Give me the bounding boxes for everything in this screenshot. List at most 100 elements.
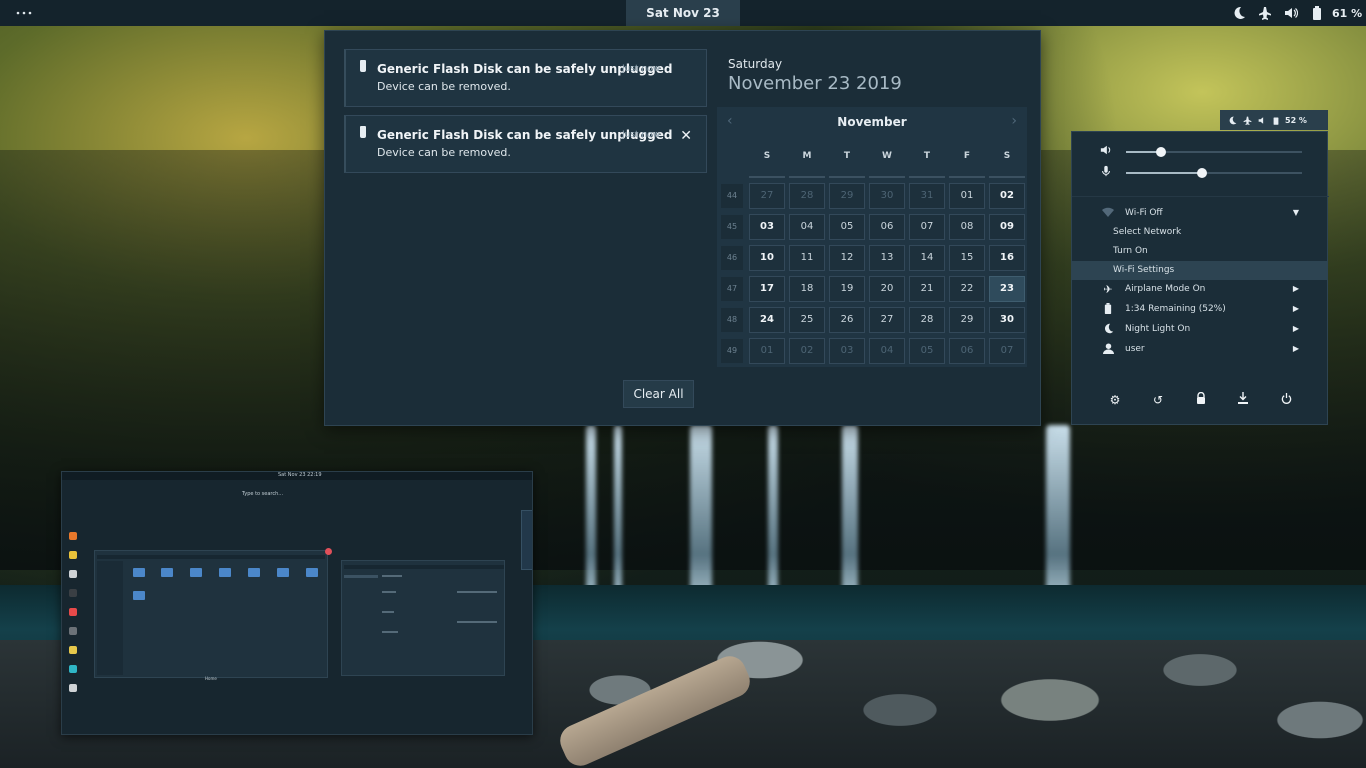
calendar-day[interactable]: 22 bbox=[949, 276, 985, 302]
app-icon bbox=[69, 627, 77, 635]
thumbnail-settings-window bbox=[341, 560, 505, 676]
calendar-day[interactable]: 31 bbox=[909, 183, 945, 209]
moon-icon bbox=[1229, 116, 1237, 124]
calendar-day[interactable]: 02 bbox=[789, 338, 825, 364]
weekday-label: S bbox=[763, 151, 771, 161]
calendar-day[interactable]: 03 bbox=[829, 338, 865, 364]
calendar-day[interactable]: 03 bbox=[749, 214, 785, 240]
turn-on-label: Turn On bbox=[1113, 246, 1148, 256]
calendar-day[interactable]: 16 bbox=[989, 245, 1025, 271]
calendar-day[interactable]: 17 bbox=[749, 276, 785, 302]
calendar-day[interactable]: 25 bbox=[789, 307, 825, 333]
airplane-mode-item[interactable]: ✈ Airplane Mode On ▶ bbox=[1072, 280, 1327, 300]
input-volume-slider[interactable] bbox=[1126, 168, 1302, 178]
notification-item[interactable]: Generic Flash Disk can be safely unplugg… bbox=[344, 115, 707, 173]
calendar-day[interactable]: 30 bbox=[989, 307, 1025, 333]
calendar-day[interactable]: 19 bbox=[829, 276, 865, 302]
calendar-day[interactable]: 28 bbox=[909, 307, 945, 333]
calendar-full-date[interactable]: November 23 2019 bbox=[728, 73, 902, 94]
calendar-day[interactable]: 07 bbox=[989, 338, 1025, 364]
workspace-thumbnail[interactable]: Sat Nov 23 22:19 Type to search... Home bbox=[61, 471, 533, 735]
wifi-turn-on-item[interactable]: Turn On bbox=[1072, 242, 1327, 261]
chevron-right-icon: ▶ bbox=[1292, 344, 1299, 353]
thumbnail-side-window bbox=[521, 510, 532, 570]
volume-slider[interactable] bbox=[1126, 147, 1302, 157]
volume-slider-handle[interactable] bbox=[1156, 147, 1167, 157]
clear-all-button[interactable]: Clear All bbox=[623, 380, 694, 408]
calendar-day[interactable]: 09 bbox=[989, 214, 1025, 240]
close-icon[interactable]: ✕ bbox=[680, 128, 692, 144]
activities-button[interactable] bbox=[14, 3, 36, 23]
settings-icon[interactable]: ⚙ bbox=[1103, 390, 1127, 410]
volume-icon bbox=[1278, 0, 1304, 26]
week-number: 47 bbox=[721, 277, 743, 301]
calendar-day[interactable]: 06 bbox=[949, 338, 985, 364]
volume-slider-row bbox=[1100, 144, 1312, 160]
calendar-day[interactable]: 26 bbox=[829, 307, 865, 333]
calendar-day[interactable]: 28 bbox=[789, 183, 825, 209]
calendar-day[interactable]: 18 bbox=[789, 276, 825, 302]
calendar-day[interactable]: 06 bbox=[869, 214, 905, 240]
power-icon[interactable] bbox=[1274, 390, 1298, 410]
calendar-day[interactable]: 21 bbox=[909, 276, 945, 302]
calendar-day[interactable]: 23 bbox=[989, 276, 1025, 302]
calendar-day[interactable]: 27 bbox=[869, 307, 905, 333]
select-network-item[interactable]: Select Network bbox=[1072, 223, 1327, 242]
files-icon bbox=[69, 570, 77, 578]
waterfall bbox=[1046, 425, 1070, 610]
restart-icon[interactable]: ↺ bbox=[1146, 390, 1170, 410]
weekday-label: T bbox=[923, 151, 931, 161]
terminal-icon bbox=[69, 589, 77, 597]
calendar-day[interactable]: 02 bbox=[989, 183, 1025, 209]
clock-button[interactable]: Sat Nov 23 22:19 bbox=[626, 0, 740, 46]
calendar-day[interactable]: 29 bbox=[949, 307, 985, 333]
battery-icon bbox=[1101, 303, 1115, 317]
lock-icon[interactable] bbox=[1189, 390, 1213, 410]
calendar-day[interactable]: 13 bbox=[869, 245, 905, 271]
wifi-menu-item[interactable]: Wi-Fi Off ▼ bbox=[1072, 204, 1327, 224]
close-icon bbox=[325, 548, 332, 555]
system-status-button[interactable]: 61 % bbox=[1226, 0, 1362, 26]
calendar-day[interactable]: 11 bbox=[789, 245, 825, 271]
calendar-day[interactable]: 04 bbox=[789, 214, 825, 240]
calendar-day[interactable]: 08 bbox=[949, 214, 985, 240]
calendar-day[interactable]: 07 bbox=[909, 214, 945, 240]
thumbnail-dash bbox=[64, 532, 82, 702]
calendar-day[interactable]: 01 bbox=[749, 338, 785, 364]
weekday-underline bbox=[949, 176, 985, 178]
thumbnail-search: Type to search... bbox=[242, 491, 284, 497]
notification-item[interactable]: Generic Flash Disk can be safely unplugg… bbox=[344, 49, 707, 107]
calendar-day[interactable]: 05 bbox=[829, 214, 865, 240]
waterfall bbox=[768, 425, 778, 610]
system-status-button[interactable]: 52 % bbox=[1220, 110, 1328, 130]
calendar-day-name: Saturday bbox=[728, 57, 783, 71]
calendar-day[interactable]: 05 bbox=[909, 338, 945, 364]
calendar-day[interactable]: 24 bbox=[749, 307, 785, 333]
wifi-settings-label: Wi-Fi Settings bbox=[1113, 265, 1175, 275]
suspend-icon[interactable] bbox=[1231, 390, 1255, 410]
calendar-day[interactable]: 12 bbox=[829, 245, 865, 271]
user-item[interactable]: user ▶ bbox=[1072, 340, 1327, 360]
calendar-day[interactable]: 15 bbox=[949, 245, 985, 271]
software-icon bbox=[69, 608, 77, 616]
input-volume-slider-handle[interactable] bbox=[1196, 168, 1207, 178]
calendar-day[interactable]: 29 bbox=[829, 183, 865, 209]
calendar-day[interactable]: 10 bbox=[749, 245, 785, 271]
airplane-icon: ✈ bbox=[1103, 283, 1113, 296]
usb-drive-icon bbox=[360, 126, 366, 138]
top-bar: Sat Nov 23 22:19 61 % bbox=[0, 0, 1366, 46]
night-light-item[interactable]: Night Light On ▶ bbox=[1072, 320, 1327, 340]
night-light-label: Night Light On bbox=[1125, 324, 1191, 334]
battery-item[interactable]: 1:34 Remaining (52%) ▶ bbox=[1072, 300, 1327, 320]
next-month-button[interactable]: › bbox=[1011, 113, 1017, 129]
wifi-settings-item[interactable]: Wi-Fi Settings bbox=[1072, 261, 1327, 280]
calendar-day[interactable]: 27 bbox=[749, 183, 785, 209]
calendar-day[interactable]: 20 bbox=[869, 276, 905, 302]
calendar-day[interactable]: 04 bbox=[869, 338, 905, 364]
user-icon bbox=[1101, 343, 1115, 357]
calendar-day[interactable]: 01 bbox=[949, 183, 985, 209]
calendar-day[interactable]: 14 bbox=[909, 245, 945, 271]
calendar-day[interactable]: 30 bbox=[869, 183, 905, 209]
notification-body: Device can be removed. bbox=[377, 146, 511, 159]
weekday-underline bbox=[789, 176, 825, 178]
